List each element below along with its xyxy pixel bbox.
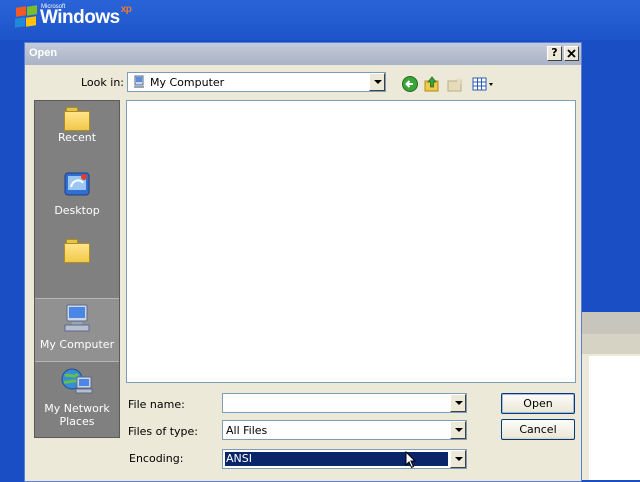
chevron-down-icon[interactable] [450,421,466,439]
dialog-titlebar[interactable]: Open ? [25,43,581,65]
encoding-label: Encoding: [129,452,184,465]
place-documents[interactable] [35,239,119,289]
encoding-dropdown[interactable]: ANSI [222,449,467,469]
files-of-type-label: Files of type: [128,425,199,438]
network-places-icon [61,368,93,394]
dialog-title: Open [29,47,58,59]
close-button[interactable] [564,46,579,61]
files-of-type-value: All Files [226,424,268,437]
desktop-top-bar: Microsoft Windowsxp [0,0,640,40]
new-folder-icon[interactable] [446,75,464,93]
folder-icon [64,107,90,131]
place-label: My Computer [39,338,115,351]
back-icon[interactable] [401,75,419,93]
look-in-value: My Computer [150,76,225,89]
folder-icon [64,239,90,263]
files-of-type-dropdown[interactable]: All Files [222,420,467,440]
file-name-field[interactable] [222,393,467,413]
background-window [580,312,640,480]
file-name-label: File name: [128,398,185,411]
views-menu-icon[interactable] [471,75,495,93]
my-computer-small-icon [134,75,144,88]
place-desktop[interactable]: Desktop [35,171,119,227]
cancel-button[interactable]: Cancel [501,419,575,440]
look-in-label: Look in: [81,76,124,89]
places-bar: Recent Desktop My Computer My Network Pl… [34,100,120,438]
help-button[interactable]: ? [547,46,562,61]
up-folder-icon[interactable] [423,75,441,93]
chevron-down-icon[interactable] [450,394,466,412]
place-label: My Network Places [44,402,110,428]
close-icon [567,49,576,58]
my-computer-icon [64,304,90,332]
place-recent[interactable]: Recent [35,107,119,163]
open-dialog: Open ? Look in: My Computer Recent Deskt… [24,42,582,482]
place-label: Recent [57,131,97,144]
place-my-computer[interactable]: My Computer [35,298,119,362]
mouse-cursor-icon [405,451,417,469]
logo-windows-text: Windowsxp [40,3,132,28]
place-label: Desktop [54,204,100,217]
chevron-down-icon[interactable] [450,450,466,468]
desktop-icon [64,172,90,196]
open-button[interactable]: Open [501,393,575,414]
windows-flag-icon [14,5,38,28]
place-network[interactable]: My Network Places [35,367,119,429]
file-list-view[interactable] [126,100,576,383]
look-in-dropdown[interactable]: My Computer [127,72,386,92]
chevron-down-icon[interactable] [369,73,385,91]
